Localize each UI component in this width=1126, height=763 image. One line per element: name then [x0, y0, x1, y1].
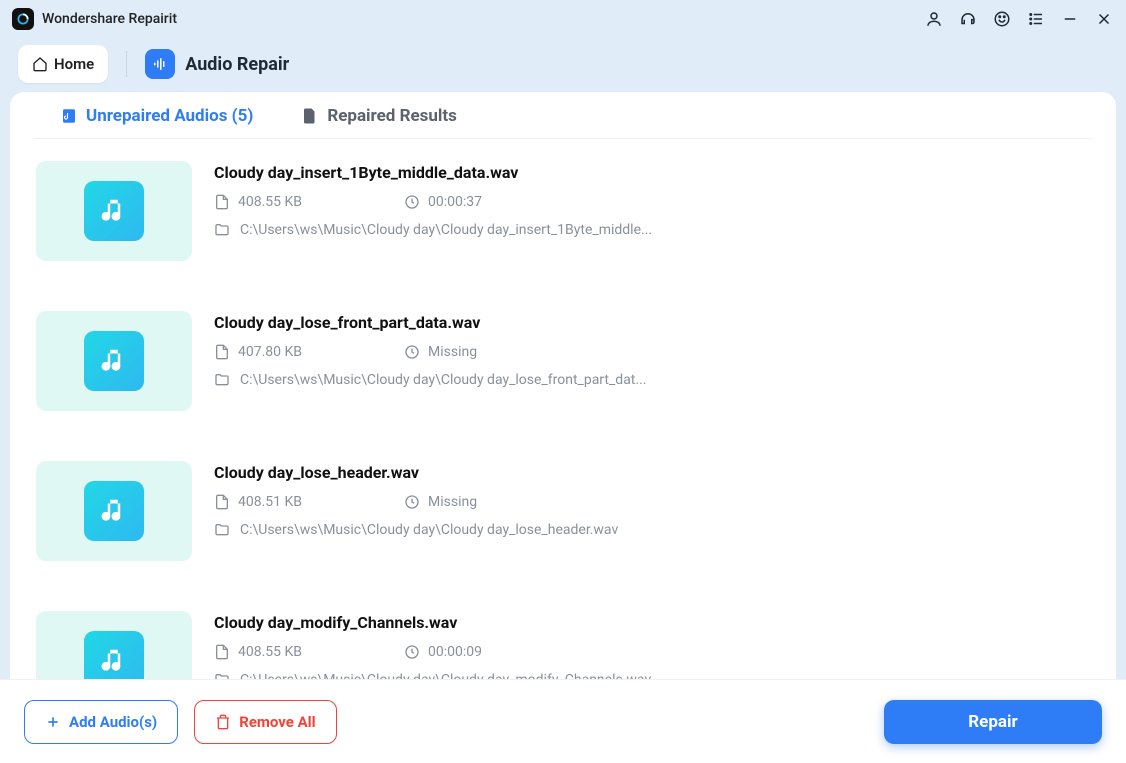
- item-path: C:\Users\ws\Music\Cloudy day\Cloudy day_…: [214, 522, 618, 538]
- main-card: Unrepaired Audios (5) Repaired Results C…: [10, 92, 1116, 763]
- tab-repaired[interactable]: Repaired Results: [301, 106, 457, 126]
- item-meta: 408.51 KB Missing: [214, 494, 618, 510]
- item-filename: Cloudy day_lose_front_part_data.wav: [214, 313, 646, 332]
- item-meta: 408.55 KB 00:00:09: [214, 644, 651, 660]
- remove-all-label: Remove All: [239, 713, 315, 731]
- item-size: 407.80 KB: [214, 344, 344, 360]
- section-title: Audio Repair: [185, 54, 289, 75]
- item-duration: 00:00:09: [404, 644, 534, 660]
- plus-icon: [45, 714, 61, 730]
- path-value: C:\Users\ws\Music\Cloudy day\Cloudy day_…: [240, 222, 652, 238]
- item-duration: 00:00:37: [404, 194, 534, 210]
- trash-icon: [215, 714, 231, 730]
- close-icon[interactable]: [1094, 9, 1114, 29]
- feedback-icon[interactable]: [992, 9, 1012, 29]
- headset-icon[interactable]: [958, 9, 978, 29]
- file-icon: [214, 494, 230, 510]
- audio-thumbnail: [36, 461, 192, 561]
- tab-bar: Unrepaired Audios (5) Repaired Results: [34, 92, 1092, 139]
- list-item[interactable]: Cloudy day_lose_front_part_data.wav 407.…: [34, 289, 1092, 439]
- audio-file-icon: [60, 107, 78, 125]
- size-value: 407.80 KB: [238, 344, 302, 360]
- duration-value: 00:00:37: [428, 194, 482, 210]
- document-icon: [301, 107, 319, 125]
- duration-value: Missing: [428, 494, 477, 510]
- item-meta: 407.80 KB Missing: [214, 344, 646, 360]
- clock-icon: [404, 644, 420, 660]
- item-duration: Missing: [404, 494, 534, 510]
- add-audios-label: Add Audio(s): [69, 713, 157, 731]
- item-body: Cloudy day_insert_1Byte_middle_data.wav …: [214, 161, 652, 261]
- item-path: C:\Users\ws\Music\Cloudy day\Cloudy day_…: [214, 372, 646, 388]
- bottom-action-bar: Add Audio(s) Remove All Repair: [0, 679, 1126, 763]
- size-value: 408.55 KB: [238, 194, 302, 210]
- titlebar-left: Wondershare Repairit: [12, 8, 177, 30]
- file-icon: [214, 344, 230, 360]
- folder-icon: [214, 522, 230, 538]
- home-icon: [32, 56, 48, 72]
- item-filename: Cloudy day_modify_Channels.wav: [214, 613, 651, 632]
- duration-value: 00:00:09: [428, 644, 482, 660]
- duration-value: Missing: [428, 344, 477, 360]
- item-meta: 408.55 KB 00:00:37: [214, 194, 652, 210]
- item-duration: Missing: [404, 344, 534, 360]
- tab-repaired-label: Repaired Results: [327, 106, 457, 126]
- item-body: Cloudy day_lose_front_part_data.wav 407.…: [214, 311, 646, 411]
- clock-icon: [404, 194, 420, 210]
- path-value: C:\Users\ws\Music\Cloudy day\Cloudy day_…: [240, 522, 618, 538]
- folder-icon: [214, 372, 230, 388]
- music-note-icon: [84, 331, 144, 391]
- titlebar: Wondershare Repairit: [0, 0, 1126, 38]
- audio-thumbnail: [36, 311, 192, 411]
- item-filename: Cloudy day_lose_header.wav: [214, 463, 618, 482]
- item-body: Cloudy day_lose_header.wav 408.51 KB Mis…: [214, 461, 618, 561]
- clock-icon: [404, 494, 420, 510]
- repair-button[interactable]: Repair: [884, 700, 1102, 744]
- remove-all-button[interactable]: Remove All: [194, 700, 336, 744]
- file-icon: [214, 644, 230, 660]
- minimize-icon[interactable]: [1060, 9, 1080, 29]
- titlebar-right: [924, 9, 1114, 29]
- file-icon: [214, 194, 230, 210]
- size-value: 408.51 KB: [238, 494, 302, 510]
- item-filename: Cloudy day_insert_1Byte_middle_data.wav: [214, 163, 652, 182]
- nav-separator: [126, 51, 127, 77]
- audio-repair-icon: [145, 49, 175, 79]
- item-size: 408.51 KB: [214, 494, 344, 510]
- size-value: 408.55 KB: [238, 644, 302, 660]
- audio-thumbnail: [36, 161, 192, 261]
- path-value: C:\Users\ws\Music\Cloudy day\Cloudy day_…: [240, 372, 646, 388]
- repair-label: Repair: [968, 712, 1017, 732]
- list-item[interactable]: Cloudy day_insert_1Byte_middle_data.wav …: [34, 139, 1092, 289]
- item-size: 408.55 KB: [214, 194, 344, 210]
- home-label: Home: [54, 55, 94, 73]
- music-note-icon: [84, 181, 144, 241]
- header-nav: Home Audio Repair: [0, 38, 1126, 90]
- app-logo-icon: [12, 8, 34, 30]
- item-size: 408.55 KB: [214, 644, 344, 660]
- music-note-icon: [84, 481, 144, 541]
- folder-icon: [214, 222, 230, 238]
- tab-unrepaired[interactable]: Unrepaired Audios (5): [60, 106, 253, 126]
- app-title: Wondershare Repairit: [42, 11, 177, 27]
- list-item[interactable]: Cloudy day_lose_header.wav 408.51 KB Mis…: [34, 439, 1092, 589]
- item-path: C:\Users\ws\Music\Cloudy day\Cloudy day_…: [214, 222, 652, 238]
- audio-list: Cloudy day_insert_1Byte_middle_data.wav …: [10, 139, 1116, 763]
- user-icon[interactable]: [924, 9, 944, 29]
- home-button[interactable]: Home: [18, 45, 108, 83]
- section-header: Audio Repair: [145, 49, 289, 79]
- add-audios-button[interactable]: Add Audio(s): [24, 700, 178, 744]
- tab-unrepaired-label: Unrepaired Audios (5): [86, 106, 253, 126]
- bottom-left-actions: Add Audio(s) Remove All: [24, 700, 337, 744]
- menu-list-icon[interactable]: [1026, 9, 1046, 29]
- clock-icon: [404, 344, 420, 360]
